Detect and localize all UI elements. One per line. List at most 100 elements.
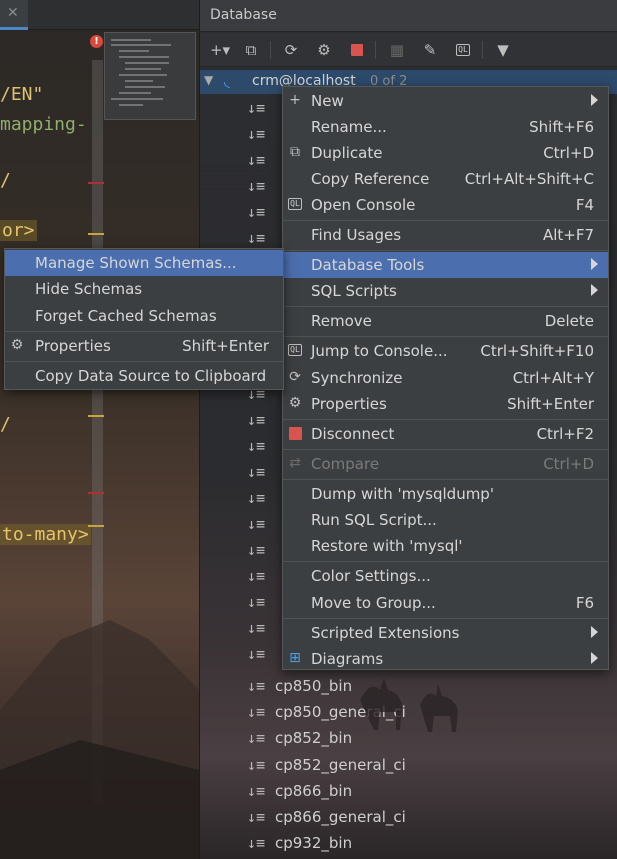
menu-item-hide-schemas[interactable]: Hide Schemas xyxy=(5,276,283,302)
tree-item[interactable]: ↓≡ cp866_general_ci xyxy=(200,804,617,830)
menu-item-synchronize[interactable]: ⟳ Synchronize Ctrl+Alt+Y xyxy=(283,365,608,391)
close-icon[interactable]: ✕ xyxy=(7,5,19,21)
console-icon: QL xyxy=(288,198,302,210)
properties-icon[interactable]: ⚙ xyxy=(313,39,335,61)
expand-arrow-icon[interactable]: ▼ xyxy=(204,73,213,87)
menu-item-manage-shown-schemas[interactable]: Manage Shown Schemas... xyxy=(5,250,283,276)
error-marker[interactable] xyxy=(88,492,104,494)
tree-item[interactable]: ↓≡ cp932_bin xyxy=(200,830,617,856)
menu-item-new[interactable]: + New xyxy=(283,88,608,114)
menu-item-label: Database Tools xyxy=(311,256,425,274)
menu-item-properties[interactable]: ⚙ Properties Shift+Enter xyxy=(5,333,283,359)
menu-item-rename[interactable]: Rename... Shift+F6 xyxy=(283,114,608,140)
collation-label: cp852_general_ci xyxy=(275,756,406,774)
shortcut-label: Ctrl+D xyxy=(543,455,594,473)
menu-item-properties[interactable]: ⚙ Properties Shift+Enter xyxy=(283,391,608,417)
menu-item-label: SQL Scripts xyxy=(311,282,397,300)
add-icon[interactable]: +▾ xyxy=(209,39,231,61)
warning-marker[interactable] xyxy=(88,525,104,527)
menu-item-label: Copy Reference xyxy=(311,170,430,188)
submenu-arrow-icon xyxy=(591,652,598,664)
sort-icon: ↓≡ xyxy=(247,125,266,143)
sort-icon: ↓≡ xyxy=(247,151,266,169)
tree-item[interactable]: ↓≡ cp866_bin xyxy=(200,778,617,804)
menu-item-label: Synchronize xyxy=(311,369,403,387)
collation-label: cp852_bin xyxy=(275,729,353,747)
menu-item-compare[interactable]: ⇄ Compare Ctrl+D xyxy=(283,451,608,477)
collation-label: cp932_bin xyxy=(275,834,353,852)
sort-icon: ↓≡ xyxy=(247,645,266,663)
warning-marker[interactable] xyxy=(88,415,104,417)
menu-item-label: Properties xyxy=(35,337,111,355)
menu-item-open-console[interactable]: QL Open Console F4 xyxy=(283,192,608,218)
code-fragment: / xyxy=(0,414,11,435)
code-line: or> xyxy=(0,220,37,241)
menu-item-label: Dump with 'mysqldump' xyxy=(311,485,494,503)
menu-item-find-usages[interactable]: Find Usages Alt+F7 xyxy=(283,222,608,248)
menu-item-color-settings[interactable]: Color Settings... xyxy=(283,563,608,589)
menu-item-forget-cached-schemas[interactable]: Forget Cached Schemas xyxy=(5,303,283,329)
collation-label: cp866_bin xyxy=(275,782,353,800)
editor-pane: ✕ /EN" mapping- or> to-many> / / ! xyxy=(0,0,199,859)
collation-label: cp850_bin xyxy=(275,677,353,695)
tree-item[interactable]: ↓≡ cp852_general_ci xyxy=(200,752,617,778)
console-icon[interactable]: QL xyxy=(452,39,474,61)
menu-item-label: New xyxy=(311,92,344,110)
menu-item-diagrams[interactable]: ⊞ Diagrams xyxy=(283,646,608,672)
sort-icon: ↓≡ xyxy=(247,834,266,852)
menu-item-label: Run SQL Script... xyxy=(311,511,437,529)
menu-item-restore-mysql[interactable]: Restore with 'mysql' xyxy=(283,533,608,559)
error-marker[interactable] xyxy=(88,182,104,184)
menu-item-scripted-extensions[interactable]: Scripted Extensions xyxy=(283,620,608,646)
menu-item-label: Disconnect xyxy=(311,425,395,443)
shortcut-label: Delete xyxy=(544,312,594,330)
edit-icon[interactable]: ✎ xyxy=(419,39,441,61)
menu-item-label: Compare xyxy=(311,455,380,473)
menu-item-move-to-group[interactable]: Move to Group... F6 xyxy=(283,590,608,616)
menu-item-copy-reference[interactable]: Copy Reference Ctrl+Alt+Shift+C xyxy=(283,166,608,192)
duplicate-icon[interactable]: ⧉ xyxy=(240,39,262,61)
shortcut-label: Ctrl+Alt+Y xyxy=(512,369,594,387)
menu-item-disconnect[interactable]: Disconnect Ctrl+F2 xyxy=(283,421,608,447)
menu-item-label: Hide Schemas xyxy=(35,280,143,298)
sort-icon: ↓≡ xyxy=(247,729,266,747)
filter-icon[interactable]: ▼ xyxy=(492,39,514,61)
refresh-icon[interactable]: ⟳ xyxy=(280,39,302,61)
shortcut-label: F4 xyxy=(575,196,594,214)
collation-label: cp866_general_ci xyxy=(275,808,406,826)
menu-item-jump-to-console[interactable]: QL Jump to Console... Ctrl+Shift+F10 xyxy=(283,338,608,364)
warning-marker[interactable] xyxy=(88,233,104,235)
minimap[interactable] xyxy=(104,32,196,120)
menu-item-remove[interactable]: Remove Delete xyxy=(283,308,608,334)
sort-icon: ↓≡ xyxy=(247,677,266,695)
code-fragment: / xyxy=(0,170,11,191)
sort-icon: ↓≡ xyxy=(247,541,266,559)
properties-icon: ⚙ xyxy=(10,337,24,353)
shortcut-label: Shift+Enter xyxy=(507,395,594,413)
menu-item-label: Restore with 'mysql' xyxy=(311,537,463,555)
sort-icon: ↓≡ xyxy=(247,515,266,533)
duplicate-icon: ⧉ xyxy=(290,144,300,160)
diagram-icon: ⊞ xyxy=(289,650,301,666)
sort-icon: ↓≡ xyxy=(247,229,266,247)
menu-item-duplicate[interactable]: ⧉ Duplicate Ctrl+D xyxy=(283,140,608,166)
properties-icon: ⚙ xyxy=(288,395,302,411)
editor-tab[interactable]: ✕ xyxy=(0,0,28,30)
menu-item-label: Manage Shown Schemas... xyxy=(35,254,237,272)
database-toolbar: +▾ ⧉ ⟳ ⚙ ▦ ✎ QL ▼ xyxy=(200,33,617,67)
menu-item-copy-data-source[interactable]: Copy Data Source to Clipboard xyxy=(5,363,283,389)
submenu-arrow-icon xyxy=(591,94,598,106)
menu-item-dump-mysqldump[interactable]: Dump with 'mysqldump' xyxy=(283,481,608,507)
error-icon[interactable]: ! xyxy=(90,35,103,48)
menu-item-label: Forget Cached Schemas xyxy=(35,307,217,325)
shortcut-label: Ctrl+D xyxy=(543,144,594,162)
menu-item-sql-scripts[interactable]: SQL Scripts xyxy=(283,278,608,304)
shortcut-label: Shift+Enter xyxy=(182,337,269,355)
mysql-icon: ◟ xyxy=(224,72,230,90)
menu-item-run-sql-script[interactable]: Run SQL Script... xyxy=(283,507,608,533)
stop-icon[interactable] xyxy=(346,39,368,61)
table-icon[interactable]: ▦ xyxy=(386,39,408,61)
sort-icon: ↓≡ xyxy=(247,489,266,507)
menu-item-label: Diagrams xyxy=(311,650,384,668)
menu-item-database-tools[interactable]: Database Tools xyxy=(283,252,608,278)
